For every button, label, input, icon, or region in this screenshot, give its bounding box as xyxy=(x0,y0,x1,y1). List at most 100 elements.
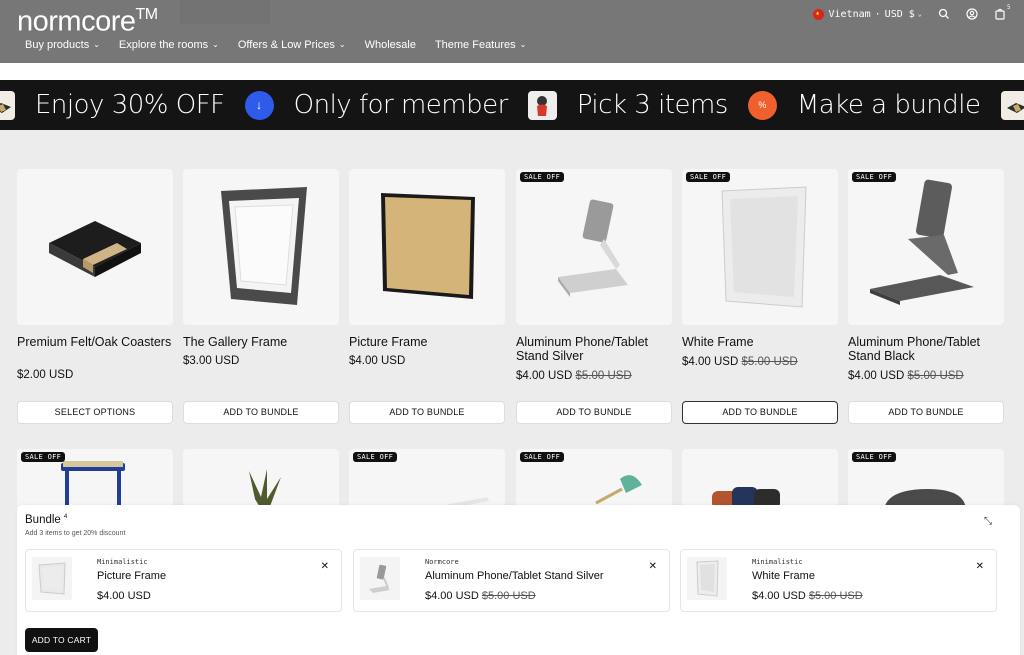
product-card[interactable]: Picture Frame $4.00 USD ADD TO BUNDLE xyxy=(349,169,505,424)
country-selector[interactable]: Vietnam xyxy=(828,9,870,20)
product-card[interactable]: Premium Felt/Oak Coasters $2.00 USD SELE… xyxy=(17,169,173,424)
product-card[interactable]: SALE OFF xyxy=(516,449,672,509)
product-card[interactable]: SALE OFF White Frame $4.00 USD $5.00 USD… xyxy=(682,169,838,424)
bundle-item-name: Picture Frame xyxy=(97,570,167,582)
nav-explore-rooms[interactable]: Explore the rooms ⌄ xyxy=(119,39,219,51)
ticker-text: Pick 3 items xyxy=(576,90,729,120)
price-current: $4.00 USD xyxy=(349,355,406,367)
bundle-subtitle: Add 3 items to get 20% discount xyxy=(25,530,126,537)
logo-text: normcore xyxy=(17,5,136,38)
nav-label: Explore the rooms xyxy=(118,39,209,51)
product-image[interactable]: SALE OFF xyxy=(349,449,505,509)
remove-item-close-icon[interactable]: ✕ xyxy=(976,561,984,572)
product-image[interactable]: SALE OFF xyxy=(848,449,1004,509)
account-icon[interactable] xyxy=(966,8,978,20)
site-logo[interactable]: normcoreTM xyxy=(17,1,158,37)
product-image[interactable]: SALE OFF xyxy=(848,169,1004,325)
currency-selector[interactable]: USD $ xyxy=(885,9,915,20)
bundle-count-badge: 4 xyxy=(63,514,68,521)
site-header: normcoreTM Buy products ⌄ Explore the roo… xyxy=(0,0,1024,63)
nav-offers[interactable]: Offers & Low Prices ⌄ xyxy=(238,39,346,51)
bundle-drawer: Bundle 4 Add 3 items to get 20% discount … xyxy=(17,505,1020,655)
product-card[interactable]: The Gallery Frame $3.00 USD ADD TO BUNDL… xyxy=(183,169,339,424)
coaster-thumbnail xyxy=(0,90,15,120)
product-image[interactable]: SALE OFF xyxy=(682,169,838,325)
cart-count-badge: 5 xyxy=(1007,4,1011,11)
price-compare: $5.00 USD xyxy=(808,590,863,602)
product-image[interactable] xyxy=(17,169,173,325)
add-to-bundle-button[interactable]: ADD TO BUNDLE xyxy=(349,401,505,424)
arrow-down-icon: ↓ xyxy=(244,90,274,120)
product-name[interactable]: Aluminum Phone/Tablet Stand Black xyxy=(848,335,1004,363)
ticker-text: Only for member xyxy=(293,90,509,120)
price-current: $4.00 USD xyxy=(848,370,905,382)
percent-icon: % xyxy=(747,90,777,120)
bundle-item-price: $4.00 USD $5.00 USD xyxy=(752,590,863,602)
price-current: $4.00 USD xyxy=(425,590,479,602)
product-card[interactable] xyxy=(183,449,339,509)
add-to-bundle-button[interactable]: ADD TO BUNDLE xyxy=(183,401,339,424)
cart-icon[interactable]: 5 xyxy=(994,4,1011,20)
product-name[interactable]: Picture Frame xyxy=(349,335,505,349)
sale-badge: SALE OFF xyxy=(353,452,398,462)
header-divider xyxy=(0,63,1024,80)
product-card[interactable]: SALE OFF xyxy=(848,449,1004,509)
bundle-item-vendor: Minimalistic xyxy=(752,558,803,566)
product-image[interactable] xyxy=(682,449,838,509)
product-price: $4.00 USD $5.00 USD xyxy=(516,370,632,382)
sale-badge: SALE OFF xyxy=(852,452,897,462)
product-card[interactable]: SALE OFF xyxy=(349,449,505,509)
nav-wholesale[interactable]: Wholesale xyxy=(365,39,416,51)
price-current: $4.00 USD xyxy=(97,590,151,602)
product-name[interactable]: White Frame xyxy=(682,335,838,349)
product-card[interactable]: SALE OFF Aluminum Phone/Tablet Stand Sil… xyxy=(516,169,672,424)
product-image[interactable]: SALE OFF xyxy=(516,449,672,509)
bundle-item-vendor: Minimalistic xyxy=(97,558,148,566)
price-current: $4.00 USD xyxy=(752,590,806,602)
product-name[interactable]: Premium Felt/Oak Coasters xyxy=(17,335,173,349)
product-price: $4.00 USD $5.00 USD xyxy=(682,356,798,368)
product-name[interactable]: Aluminum Phone/Tablet Stand Silver xyxy=(516,335,672,363)
product-image[interactable] xyxy=(349,169,505,325)
price-compare: $5.00 USD xyxy=(741,356,798,368)
product-price: $4.00 USD xyxy=(349,355,405,367)
nav-theme-features[interactable]: Theme Features ⌄ xyxy=(435,39,526,51)
header-utilities: Vietnam · USD $ ⌄ 5 xyxy=(813,4,1011,20)
remove-item-close-icon[interactable]: ✕ xyxy=(321,561,329,572)
select-options-button[interactable]: SELECT OPTIONS xyxy=(17,401,173,424)
bundle-item-vendor: Normcore xyxy=(425,558,459,566)
bundle-title-text: Bundle xyxy=(25,514,61,526)
sale-badge: SALE OFF xyxy=(686,172,731,182)
bundle-item-name: White Frame xyxy=(752,570,815,582)
product-card[interactable]: SALE OFF xyxy=(17,449,173,509)
product-image[interactable] xyxy=(183,169,339,325)
product-name[interactable]: The Gallery Frame xyxy=(183,335,339,349)
chevron-down-icon: ⌄ xyxy=(93,40,100,49)
add-to-bundle-button[interactable]: ADD TO BUNDLE xyxy=(516,401,672,424)
product-image[interactable]: SALE OFF xyxy=(516,169,672,325)
product-card[interactable]: SALE OFF Aluminum Phone/Tablet Stand Bla… xyxy=(848,169,1004,424)
sale-badge: SALE OFF xyxy=(520,172,565,182)
collapse-icon[interactable]: ⤡ xyxy=(984,516,992,527)
upper-nav-ghost xyxy=(180,0,270,24)
search-icon[interactable] xyxy=(938,8,950,20)
add-to-bundle-button[interactable]: ADD TO BUNDLE xyxy=(848,401,1004,424)
separator-dot: · xyxy=(874,8,881,20)
ticker-text: Make a bundle xyxy=(796,90,981,120)
bundle-item: Minimalistic Picture Frame $4.00 USD ✕ xyxy=(25,549,342,612)
product-image[interactable]: SALE OFF xyxy=(17,449,173,509)
nav-buy-products[interactable]: Buy products ⌄ xyxy=(25,39,100,51)
product-price: $3.00 USD xyxy=(183,355,239,367)
add-to-cart-button[interactable]: ADD TO CART xyxy=(25,628,98,652)
price-compare: $5.00 USD xyxy=(575,370,632,382)
price-current: $2.00 USD xyxy=(17,369,74,381)
bundle-item-name: Aluminum Phone/Tablet Stand Silver xyxy=(425,570,604,582)
product-price: $2.00 USD xyxy=(17,369,73,381)
chevron-down-icon: ⌄ xyxy=(212,40,219,49)
add-to-bundle-button[interactable]: ADD TO BUNDLE xyxy=(682,401,838,424)
bundle-item-thumbnail xyxy=(687,557,727,600)
product-image[interactable] xyxy=(183,449,339,509)
product-card[interactable] xyxy=(682,449,838,509)
chevron-down-icon: ⌄ xyxy=(338,40,346,49)
remove-item-close-icon[interactable]: ✕ xyxy=(649,561,657,572)
